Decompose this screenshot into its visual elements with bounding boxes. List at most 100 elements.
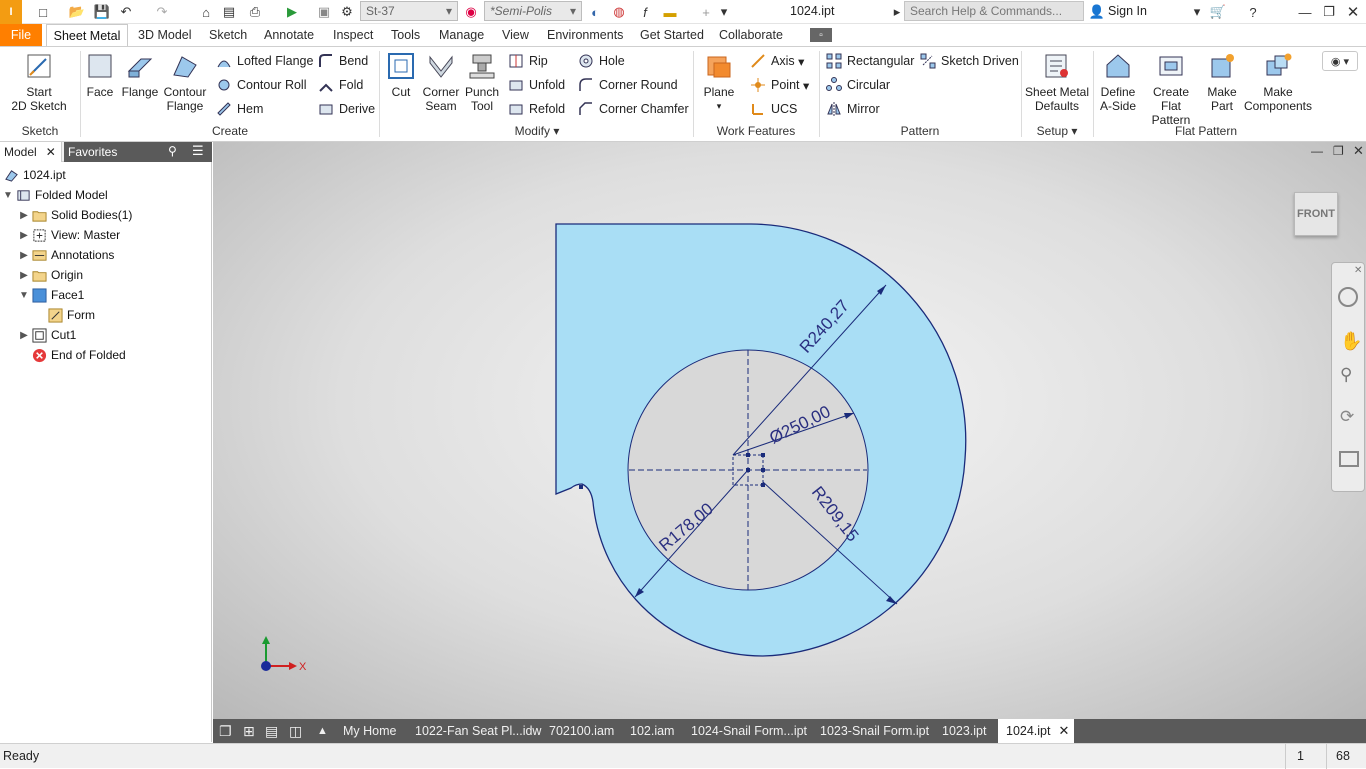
adjust-icon[interactable]: ◐ bbox=[586, 3, 604, 21]
define-a-side-button[interactable]: Define A-Side bbox=[1098, 51, 1138, 113]
collapse-icon[interactable]: ▼ bbox=[18, 290, 30, 301]
sheet-metal-defaults-button[interactable]: Sheet Metal Defaults bbox=[1024, 51, 1090, 113]
flange-button[interactable]: Flange bbox=[120, 51, 160, 99]
tile-horizontal-icon[interactable]: ▤ bbox=[265, 719, 278, 743]
punch-tool-button[interactable]: Punch Tool bbox=[462, 51, 502, 113]
tab-3d-model[interactable]: 3D Model bbox=[138, 24, 192, 46]
cascade-icon[interactable]: ❐ bbox=[219, 719, 232, 743]
bend-button[interactable]: Bend bbox=[318, 51, 368, 71]
panel-toggle-icon[interactable]: ▫ bbox=[810, 28, 832, 42]
new-icon[interactable]: □ bbox=[32, 3, 54, 21]
doc-tab-702100[interactable]: 702100.iam bbox=[549, 719, 614, 743]
expand-icon[interactable]: ▶ bbox=[18, 210, 30, 221]
cut-button[interactable]: Cut bbox=[384, 51, 418, 99]
tab-environments[interactable]: Environments bbox=[547, 24, 623, 46]
sign-in-dropdown-icon[interactable]: ▾ bbox=[1190, 3, 1204, 21]
tab-inspect[interactable]: Inspect bbox=[333, 24, 373, 46]
tab-favorites[interactable]: Favorites ⚲ ☰ bbox=[64, 142, 212, 162]
expand-icon[interactable]: ▶ bbox=[18, 330, 30, 341]
ribbon-options-dropdown[interactable]: ◉ ▾ bbox=[1322, 51, 1358, 71]
doc-tab-1024-active[interactable]: 1024.ipt ✕ bbox=[998, 719, 1074, 743]
clear-appearance-icon[interactable]: ◍ bbox=[610, 3, 628, 21]
close-icon[interactable]: ✕ bbox=[1344, 3, 1362, 21]
customize-icon[interactable]: ▾ bbox=[716, 3, 732, 21]
tab-sheet-metal[interactable]: Sheet Metal bbox=[46, 24, 128, 46]
search-input[interactable]: Search Help & Commands... bbox=[904, 1, 1084, 21]
steering-wheel-icon[interactable] bbox=[1338, 287, 1358, 307]
close-model-tab-icon[interactable]: ✕ bbox=[46, 145, 56, 159]
fx-icon[interactable]: f bbox=[636, 3, 654, 21]
doc-tab-1022-fan-seat[interactable]: 1022-Fan Seat Pl...idw bbox=[415, 719, 541, 743]
nav-close-icon[interactable]: ✕ bbox=[1354, 265, 1362, 276]
help-icon[interactable]: ? bbox=[1244, 3, 1262, 21]
doc-tab-my-home[interactable]: My Home bbox=[343, 719, 396, 743]
rectangular-pattern-button[interactable]: Rectangular bbox=[826, 51, 914, 71]
point-button[interactable]: Point ▾ bbox=[750, 75, 809, 95]
select-icon[interactable]: ▣ bbox=[314, 3, 334, 21]
tab-file[interactable]: File bbox=[0, 24, 42, 46]
doc-tab-1024-snail-form[interactable]: 1024-Snail Form...ipt bbox=[691, 719, 807, 743]
tab-collaborate[interactable]: Collaborate bbox=[719, 24, 783, 46]
corner-seam-button[interactable]: Corner Seam bbox=[420, 51, 462, 113]
redo-icon[interactable]: ↷ bbox=[152, 3, 172, 21]
plus-icon[interactable]: + bbox=[696, 3, 716, 21]
sketch-driven-pattern-button[interactable]: Sketch Driven bbox=[920, 51, 1019, 71]
tab-view[interactable]: View bbox=[502, 24, 529, 46]
corner-round-button[interactable]: Corner Round bbox=[578, 75, 678, 95]
tab-annotate[interactable]: Annotate bbox=[264, 24, 314, 46]
doc-tab-1023[interactable]: 1023.ipt bbox=[942, 719, 986, 743]
rip-button[interactable]: Rip bbox=[508, 51, 548, 71]
collapse-icon[interactable]: ▼ bbox=[2, 190, 14, 201]
viewcube[interactable]: FRONT bbox=[1294, 192, 1338, 236]
axis-button[interactable]: Axis ▾ bbox=[750, 51, 804, 71]
doc-tab-1023-snail-form[interactable]: 1023-Snail Form.ipt bbox=[820, 719, 929, 743]
tree-item-origin[interactable]: ▶ Origin bbox=[18, 265, 83, 285]
undo-icon[interactable]: ↶ bbox=[116, 3, 136, 21]
graphics-viewport[interactable]: — ❐ ✕ R240,27 Ø250,00 R209,15 R178,00 X … bbox=[213, 142, 1366, 719]
tabs-overflow-icon[interactable]: ▲ bbox=[317, 719, 328, 743]
tree-item-form[interactable]: Form bbox=[46, 305, 95, 325]
orbit-icon[interactable]: ⟳ bbox=[1340, 407, 1354, 427]
mirror-button[interactable]: Mirror bbox=[826, 99, 880, 119]
doc-tab-102[interactable]: 102.iam bbox=[630, 719, 674, 743]
tree-item-annotations[interactable]: ▶ Annotations bbox=[18, 245, 114, 265]
tree-item-view-master[interactable]: ▶ View: Master bbox=[18, 225, 120, 245]
expand-icon[interactable]: ▶ bbox=[18, 270, 30, 281]
tab-manage[interactable]: Manage bbox=[439, 24, 484, 46]
view-face-icon[interactable] bbox=[1339, 451, 1359, 467]
make-components-button[interactable]: Make Components bbox=[1242, 51, 1314, 113]
refold-button[interactable]: Refold bbox=[508, 99, 565, 119]
update-icon[interactable]: ▶ bbox=[282, 3, 302, 21]
tree-item-part[interactable]: 1024.ipt bbox=[2, 165, 66, 185]
tab-tools[interactable]: Tools bbox=[391, 24, 420, 46]
hem-button[interactable]: Hem bbox=[216, 99, 263, 119]
properties-icon[interactable]: ▤ bbox=[220, 3, 238, 21]
cart-icon[interactable]: 🛒 bbox=[1208, 3, 1228, 21]
tree-item-cut1[interactable]: ▶ Cut1 bbox=[18, 325, 76, 345]
make-part-button[interactable]: Make Part bbox=[1204, 51, 1240, 113]
save-icon[interactable]: 💾 bbox=[92, 3, 112, 21]
tab-sketch[interactable]: Sketch bbox=[209, 24, 247, 46]
sign-in-link[interactable]: Sign In bbox=[1108, 4, 1147, 18]
contour-flange-button[interactable]: Contour Flange bbox=[162, 51, 208, 113]
tile-vertical-icon[interactable]: ◫ bbox=[289, 719, 302, 743]
home-icon[interactable]: ⌂ bbox=[196, 3, 216, 21]
settings-icon[interactable]: ⚙ bbox=[338, 3, 356, 21]
tab-get-started[interactable]: Get Started bbox=[640, 24, 704, 46]
face-button[interactable]: Face bbox=[84, 51, 116, 99]
search-icon[interactable]: ⚲ bbox=[168, 144, 177, 158]
lofted-flange-button[interactable]: Lofted Flange bbox=[216, 51, 313, 71]
contour-roll-button[interactable]: Contour Roll bbox=[216, 75, 306, 95]
corner-chamfer-button[interactable]: Corner Chamfer bbox=[578, 99, 689, 119]
start-2d-sketch-button[interactable]: Start 2D Sketch bbox=[10, 51, 68, 113]
create-flat-pattern-button[interactable]: Create Flat Pattern bbox=[1140, 51, 1202, 127]
tree-item-face1[interactable]: ▼ Face1 bbox=[18, 285, 84, 305]
ucs-button[interactable]: UCS bbox=[750, 99, 797, 119]
circular-pattern-button[interactable]: Circular bbox=[826, 75, 890, 95]
color-icon[interactable]: ▬ bbox=[660, 3, 680, 21]
expand-icon[interactable]: ▶ bbox=[18, 250, 30, 261]
fold-button[interactable]: Fold bbox=[318, 75, 363, 95]
expand-arrow-icon[interactable]: ▸ bbox=[890, 3, 904, 21]
tab-model[interactable]: Model ✕ bbox=[0, 142, 62, 162]
doc-tab-close-icon[interactable]: ✕ bbox=[1058, 723, 1069, 739]
